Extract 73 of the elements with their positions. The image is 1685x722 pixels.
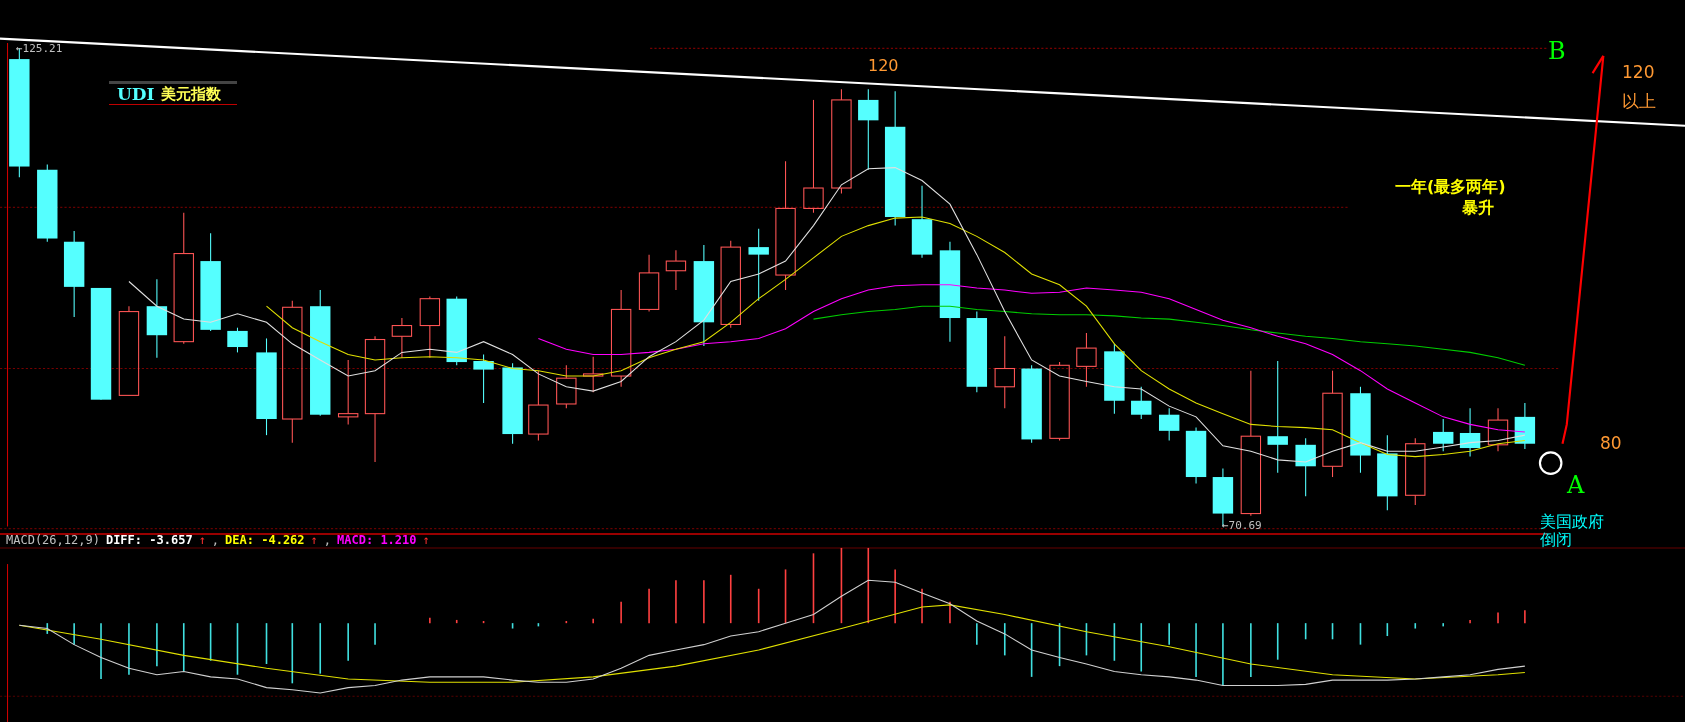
peak-value-label: 120 bbox=[868, 57, 899, 75]
macd-value: DIFF: -3.657 bbox=[105, 533, 193, 547]
candlestick bbox=[665, 249, 687, 291]
macd-bar bbox=[1003, 622, 1006, 657]
macd-bar bbox=[1276, 622, 1279, 661]
index-name: 美元指数 bbox=[160, 84, 221, 104]
macd-bar bbox=[236, 622, 239, 676]
candlestick bbox=[1514, 402, 1536, 450]
macd-bar bbox=[265, 622, 268, 665]
macd-bar bbox=[537, 622, 540, 628]
macd-bar bbox=[209, 622, 212, 662]
candlestick bbox=[1104, 343, 1125, 415]
candlestick bbox=[391, 317, 413, 359]
candlestick bbox=[638, 254, 660, 313]
macd-bar bbox=[784, 568, 787, 624]
target-note-label: 以上 bbox=[1622, 92, 1656, 111]
macd-label: MACD(26,12,9) bbox=[6, 533, 100, 547]
candlestick bbox=[473, 354, 494, 404]
circle-marker bbox=[1538, 451, 1563, 475]
candlestick bbox=[337, 359, 359, 425]
up-arrow-icon: ↑ bbox=[310, 533, 318, 547]
candlestick bbox=[1487, 407, 1509, 452]
event-label: 美国政府倒闭 bbox=[1540, 513, 1605, 550]
low-price-label: ←70.69 bbox=[1222, 520, 1262, 533]
macd-bar bbox=[565, 620, 568, 624]
separator-text: , bbox=[211, 533, 220, 547]
macd-bar bbox=[291, 622, 294, 685]
target-value-label: 120 bbox=[1622, 63, 1655, 82]
macd-bar bbox=[482, 620, 485, 624]
macd-bar bbox=[757, 587, 760, 624]
macd-bar bbox=[812, 552, 815, 624]
macd-bar bbox=[319, 622, 322, 675]
point-b-label: B bbox=[1548, 38, 1566, 65]
macd-bar bbox=[1113, 622, 1116, 662]
macd-bar bbox=[182, 622, 185, 673]
macd-bar bbox=[1140, 622, 1143, 673]
candlestick bbox=[583, 356, 604, 393]
macd-bar bbox=[455, 619, 458, 624]
high-price-label: ←125.21 bbox=[16, 43, 63, 56]
candlestick bbox=[1459, 407, 1481, 458]
point-a-label: A bbox=[1567, 472, 1585, 499]
macd-bar bbox=[1359, 622, 1362, 646]
candlestick bbox=[419, 296, 441, 359]
macd-bar bbox=[1030, 622, 1033, 678]
macd-bar bbox=[729, 574, 732, 624]
candlestick bbox=[1185, 427, 1207, 484]
candlestick bbox=[1295, 437, 1316, 497]
separator-text: , bbox=[323, 533, 332, 547]
candlestick bbox=[227, 327, 248, 353]
candlestick bbox=[1433, 418, 1454, 452]
up-arrow-icon: ↑ bbox=[198, 533, 206, 547]
macd-bar bbox=[1331, 622, 1334, 641]
candlestick bbox=[1405, 437, 1426, 506]
macd-bar bbox=[511, 622, 514, 630]
candlestick bbox=[556, 364, 577, 409]
candlestick bbox=[528, 370, 549, 442]
macd-value: MACD: 1.210 bbox=[337, 533, 417, 547]
macd-bar bbox=[46, 622, 49, 635]
index-code: UDI bbox=[117, 84, 155, 104]
up-arrow-icon: ↑ bbox=[422, 533, 430, 547]
candlestick bbox=[1076, 332, 1097, 388]
macd-bar bbox=[1304, 622, 1307, 641]
macd-bar bbox=[1386, 622, 1389, 637]
macd-bar bbox=[1058, 622, 1061, 667]
macd-bar bbox=[1414, 622, 1417, 630]
macd-value: DEA: -4.262 bbox=[225, 533, 305, 547]
current-value-label: 80 bbox=[1600, 434, 1622, 453]
macd-bar bbox=[1085, 622, 1088, 657]
candlestick bbox=[1158, 407, 1180, 442]
candlestick bbox=[446, 296, 467, 366]
candlestick bbox=[1131, 386, 1152, 420]
forecast-note-label: 暴升 bbox=[1462, 199, 1494, 217]
forecast-label: 一年(最多两年) bbox=[1395, 178, 1506, 196]
